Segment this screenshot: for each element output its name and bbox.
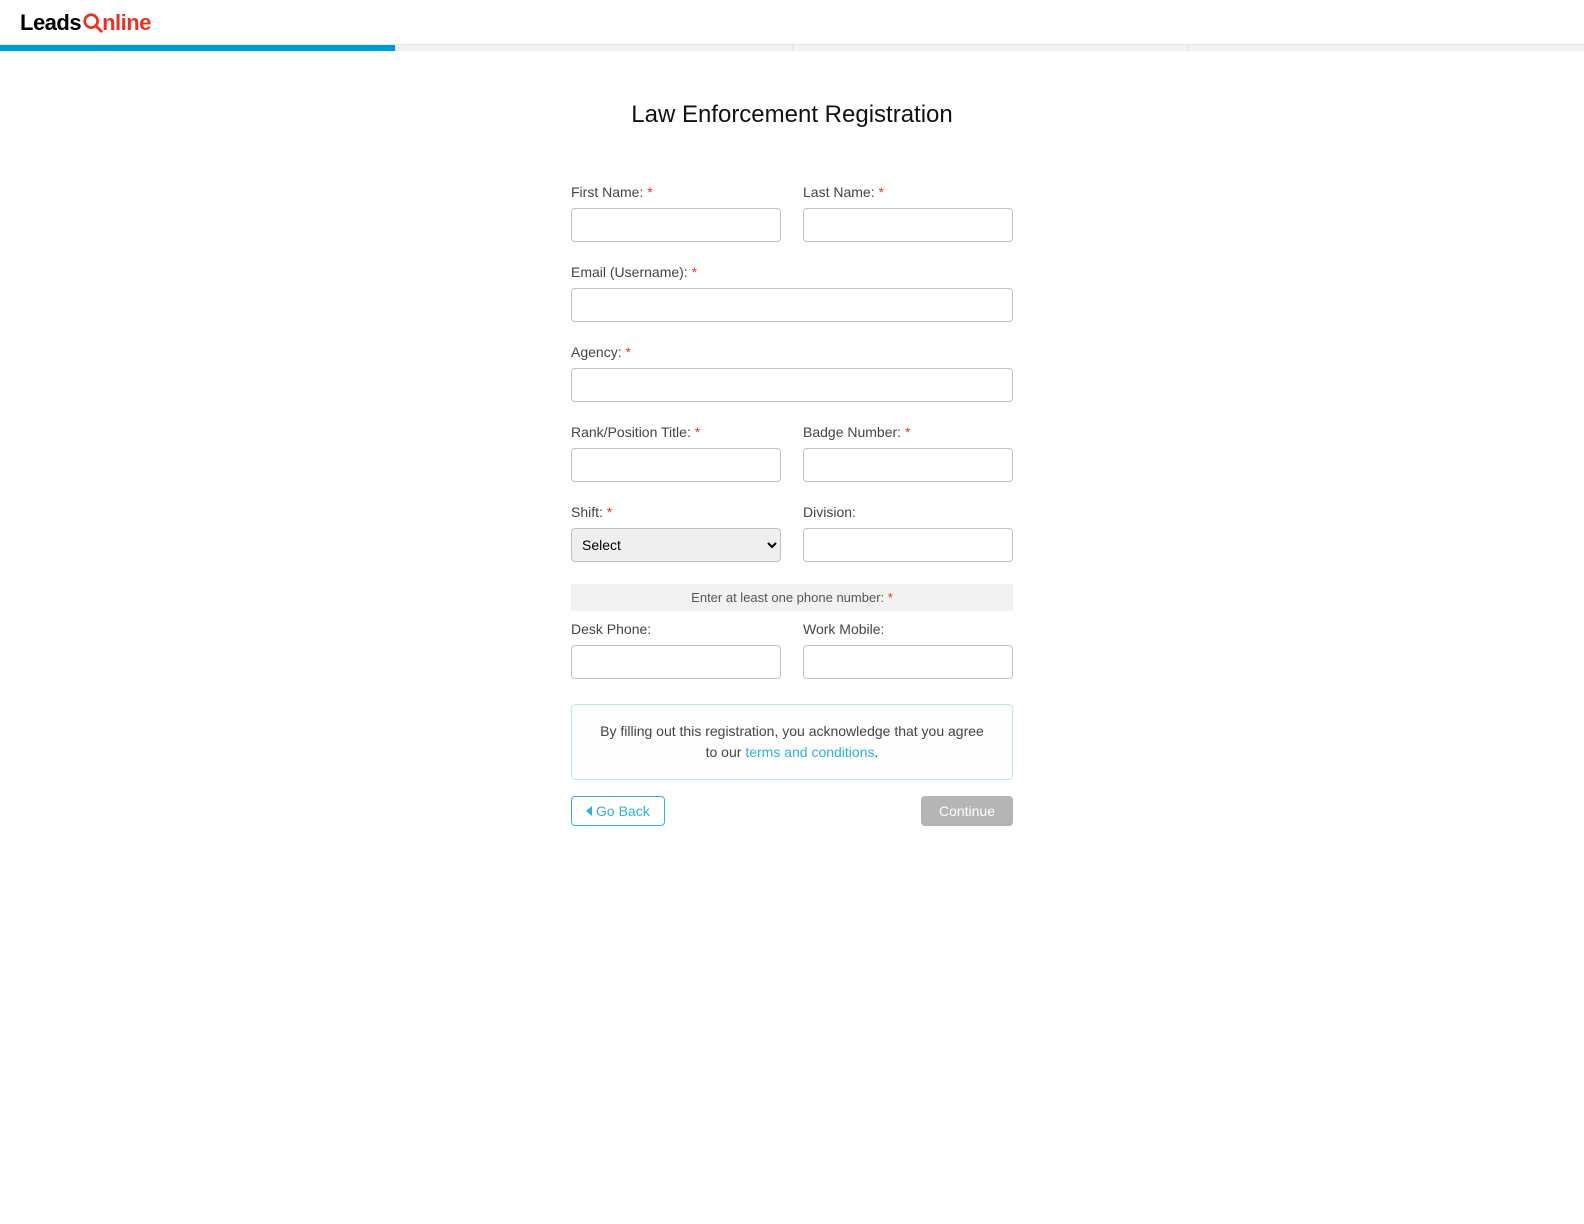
terms-suffix: .	[875, 744, 879, 760]
agency-input[interactable]	[571, 368, 1013, 402]
division-label-text: Division:	[803, 504, 856, 520]
progress-step-1	[0, 45, 396, 51]
last-name-label: Last Name: *	[803, 184, 1013, 200]
shift-select[interactable]: Select	[571, 528, 781, 562]
logo: Leads nline	[20, 10, 151, 36]
required-marker: *	[625, 344, 630, 360]
required-marker: *	[878, 184, 883, 200]
required-marker: *	[647, 184, 652, 200]
work-mobile-input[interactable]	[803, 645, 1013, 679]
magnifier-icon	[82, 12, 104, 34]
rank-input[interactable]	[571, 448, 781, 482]
caret-left-icon	[586, 806, 592, 816]
desk-phone-label: Desk Phone:	[571, 621, 781, 637]
agency-label: Agency: *	[571, 344, 1013, 360]
phone-note: Enter at least one phone number: *	[571, 584, 1013, 611]
last-name-label-text: Last Name:	[803, 184, 875, 200]
terms-box: By filling out this registration, you ac…	[571, 704, 1013, 780]
last-name-input[interactable]	[803, 208, 1013, 242]
logo-text-leads: Leads	[20, 10, 81, 36]
badge-label-text: Badge Number:	[803, 424, 901, 440]
division-label: Division:	[803, 504, 1013, 520]
progress-step-4	[1189, 45, 1584, 51]
continue-button[interactable]: Continue	[921, 796, 1013, 826]
required-marker: *	[888, 590, 893, 605]
badge-input[interactable]	[803, 448, 1013, 482]
required-marker: *	[607, 504, 612, 520]
required-marker: *	[695, 424, 700, 440]
phone-note-text: Enter at least one phone number:	[691, 590, 884, 605]
rank-label-text: Rank/Position Title:	[571, 424, 691, 440]
division-input[interactable]	[803, 528, 1013, 562]
progress-step-2	[396, 45, 792, 51]
shift-label: Shift: *	[571, 504, 781, 520]
rank-label: Rank/Position Title: *	[571, 424, 781, 440]
email-label-text: Email (Username):	[571, 264, 688, 280]
progress-step-3	[793, 45, 1189, 51]
work-mobile-label: Work Mobile:	[803, 621, 1013, 637]
form-container: Law Enforcement Registration First Name:…	[561, 101, 1023, 826]
badge-label: Badge Number: *	[803, 424, 1013, 440]
required-marker: *	[692, 264, 697, 280]
progress-bar	[0, 45, 1584, 51]
terms-link[interactable]: terms and conditions	[745, 744, 874, 760]
first-name-label-text: First Name:	[571, 184, 643, 200]
first-name-input[interactable]	[571, 208, 781, 242]
desk-phone-input[interactable]	[571, 645, 781, 679]
go-back-button[interactable]: Go Back	[571, 796, 665, 826]
go-back-label: Go Back	[596, 803, 650, 819]
email-label: Email (Username): *	[571, 264, 1013, 280]
first-name-label: First Name: *	[571, 184, 781, 200]
email-input[interactable]	[571, 288, 1013, 322]
header: Leads nline	[0, 0, 1584, 45]
logo-text-nline: nline	[102, 10, 151, 36]
page-title: Law Enforcement Registration	[571, 101, 1013, 129]
shift-label-text: Shift:	[571, 504, 603, 520]
required-marker: *	[905, 424, 910, 440]
agency-label-text: Agency:	[571, 344, 622, 360]
